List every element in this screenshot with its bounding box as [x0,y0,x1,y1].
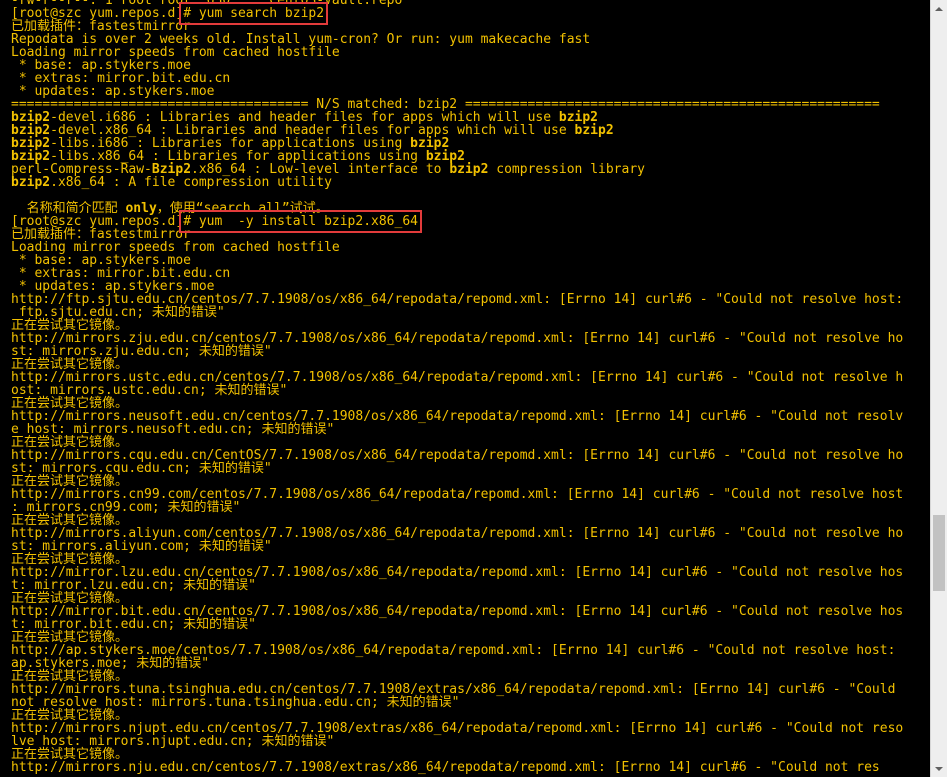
vertical-scrollbar[interactable] [930,0,947,777]
terminal-line: http://mirrors.nju.edu.cn/centos/7.7.190… [11,761,903,774]
terminal-output: -rw-r--r--. 1 root root 630 ... CentOS-V… [0,0,903,774]
terminal-line: : mirrors.cn99.com; 未知的错误" [11,501,903,514]
terminal-line: bzip2.x86_64 : A file compression utilit… [11,176,903,189]
terminal-line: not resolve host: mirrors.tuna.tsinghua.… [11,696,903,709]
match-keyword: bzip2 [574,123,614,138]
highlighted-command: # yum search bzip2 [179,2,329,25]
terminal-line: ost: mirrors.ustc.edu.cn; 未知的错误" [11,384,903,397]
terminal-line: e host: mirrors.neusoft.edu.cn; 未知的错误" [11,423,903,436]
line-text: http://mirrors.nju.edu.cn/centos/7.7.190… [11,760,880,775]
terminal-line: t: mirror.lzu.edu.cn; 未知的错误" [11,579,903,592]
scroll-up-button[interactable] [931,0,947,17]
terminal-line: st: mirrors.cqu.edu.cn; 未知的错误" [11,462,903,475]
terminal-line: ftp.sjtu.edu.cn; 未知的错误" [11,306,903,319]
terminal-line: st: mirrors.zju.edu.cn; 未知的错误" [11,345,903,358]
scroll-down-button[interactable] [931,760,947,777]
arrow-up-icon [935,6,943,11]
scrollbar-thumb[interactable] [933,515,945,591]
terminal-line: t: mirror.bit.edu.cn; 未知的错误" [11,618,903,631]
arrow-down-icon [935,766,943,771]
line-text: .x86_64 : A file compression utility [50,175,332,190]
match-keyword: bzip2 [11,175,51,190]
terminal-window[interactable]: -rw-r--r--. 1 root root 630 ... CentOS-V… [0,0,930,777]
highlighted-command: # yum -y install bzip2.x86_64 [179,210,422,233]
terminal-line: st: mirrors.aliyun.com; 未知的错误" [11,540,903,553]
line-text: compression library [488,162,645,177]
match-keyword: bzip2 [449,162,489,177]
terminal-line: ap.stykers.moe; 未知的错误" [11,657,903,670]
terminal-line: lve host: mirrors.njupt.edu.cn; 未知的错误" [11,735,903,748]
